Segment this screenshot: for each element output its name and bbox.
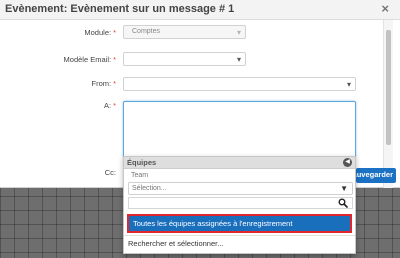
- required-marker: *: [113, 28, 116, 37]
- team-select-placeholder: Sélection...: [132, 185, 167, 192]
- email-template-label: Modèle Email: *: [0, 55, 116, 64]
- module-select[interactable]: Comptes ▾: [123, 25, 246, 39]
- dialog-scrollbar[interactable]: [383, 20, 393, 188]
- from-select[interactable]: ▾: [123, 77, 356, 91]
- chevron-left-circle-icon[interactable]: ◀: [343, 158, 352, 167]
- module-value: Comptes: [132, 28, 161, 35]
- from-label: From: *: [0, 79, 116, 88]
- search-and-select-option[interactable]: Rechercher et sélectionner...: [128, 239, 223, 248]
- teams-group-header[interactable]: Équipes ◀: [124, 157, 355, 169]
- module-label-text: Module:: [84, 28, 112, 37]
- email-template-select[interactable]: ▾: [123, 52, 246, 66]
- team-search-input[interactable]: [128, 197, 353, 209]
- dialog-header: Evènement: Evènement sur un message # 1 …: [0, 0, 400, 20]
- caret-down-icon: ▾: [236, 55, 241, 64]
- recipient-dropdown: Équipes ◀ Team Sélection... ▼ Toutes les…: [123, 156, 356, 254]
- all-assigned-teams-option[interactable]: Toutes les équipes assignées à l'enregis…: [127, 214, 352, 233]
- all-assigned-teams-label: Toutes les équipes assignées à l'enregis…: [133, 219, 293, 228]
- cc-label-text: Cc:: [104, 168, 116, 177]
- save-button[interactable]: Sauvegarder: [356, 168, 396, 183]
- team-select[interactable]: Sélection... ▼: [128, 182, 353, 195]
- dialog-title: Evènement: Evènement sur un message # 1: [5, 3, 235, 15]
- required-marker: *: [113, 101, 116, 110]
- to-textarea[interactable]: [123, 101, 356, 159]
- email-template-label-text: Modèle Email:: [63, 55, 112, 64]
- caret-down-icon: ▾: [346, 80, 351, 89]
- required-marker: *: [113, 79, 116, 88]
- team-label: Team: [131, 172, 149, 179]
- cc-label: Cc:: [0, 168, 116, 177]
- to-label: A: *: [0, 101, 116, 110]
- scrollbar-thumb[interactable]: [386, 30, 391, 145]
- caret-down-icon: ▼: [340, 184, 348, 193]
- option-divider: [124, 235, 355, 236]
- required-marker: *: [113, 55, 116, 64]
- from-label-text: From:: [91, 79, 112, 88]
- teams-group-title: Équipes: [127, 158, 157, 167]
- to-label-text: A:: [103, 101, 112, 110]
- caret-down-icon: ▾: [236, 28, 241, 37]
- save-button-label: Sauvegarder: [356, 170, 393, 179]
- module-label: Module: *: [0, 28, 116, 37]
- search-icon: [338, 198, 348, 208]
- close-icon[interactable]: ×: [381, 2, 389, 16]
